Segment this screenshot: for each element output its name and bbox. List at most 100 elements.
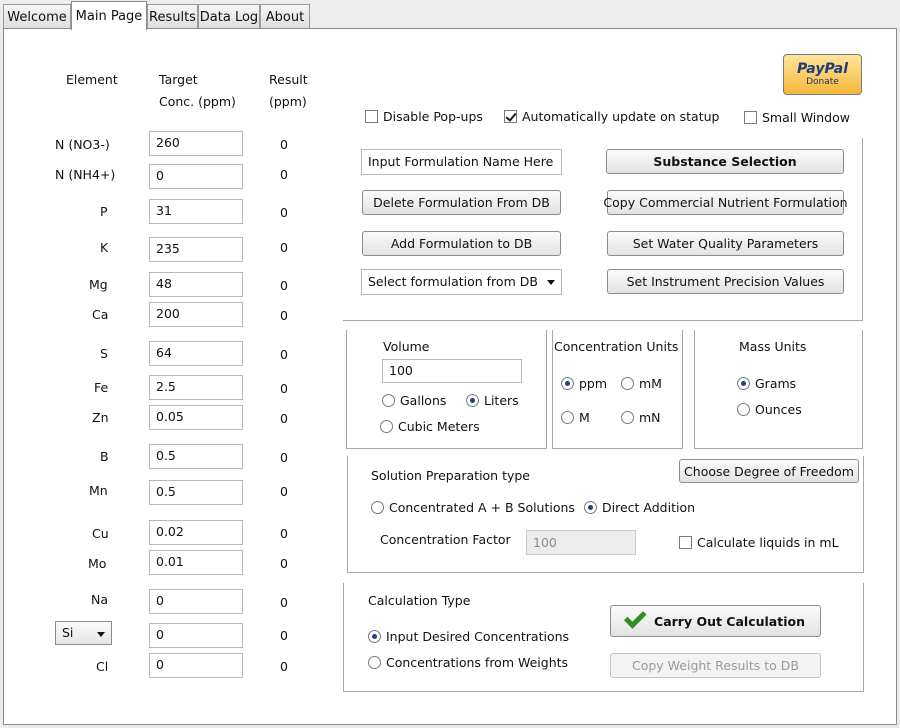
element-label: Na	[91, 592, 109, 607]
cubic-meters-radio[interactable]: Cubic Meters	[380, 419, 480, 434]
carry-out-calculation-button[interactable]: Carry Out Calculation	[610, 605, 821, 637]
target-input[interactable]: 0.01	[149, 550, 243, 575]
small-window-checkbox[interactable]: Small Window	[744, 110, 850, 125]
solution-prep-title: Solution Preparation type	[371, 468, 531, 483]
mass-units-title: Mass Units	[739, 339, 807, 354]
target-input[interactable]: 0	[149, 653, 243, 678]
calculation-group-bottom-border	[343, 691, 863, 692]
conc-units-group-bottom-border	[552, 448, 682, 449]
radio-label: Concentrations from Weights	[386, 655, 569, 670]
copy-commercial-formulation-button[interactable]: Copy Commercial Nutrient Formulation	[603, 190, 848, 215]
radio-dot	[737, 403, 750, 416]
checkbox-label: Small Window	[762, 110, 850, 125]
liters-radio[interactable]: Liters	[466, 393, 519, 408]
result-value: 0	[280, 556, 288, 571]
volume-group-right-border	[546, 330, 547, 449]
target-input[interactable]: 260	[149, 131, 243, 156]
tab-welcome[interactable]: Welcome	[3, 4, 71, 29]
target-input[interactable]: 0.05	[149, 405, 243, 430]
tab-results[interactable]: Results	[147, 4, 198, 29]
target-input[interactable]: 48	[149, 272, 243, 297]
element-label: S	[100, 346, 108, 361]
radio-label: Ounces	[755, 402, 802, 417]
calculate-liquids-checkbox[interactable]: Calculate liquids in mL	[679, 535, 839, 550]
ounces-radio[interactable]: Ounces	[737, 402, 802, 417]
paypal-logo: PayPal	[796, 60, 849, 77]
target-input[interactable]: 200	[149, 302, 243, 327]
target-input[interactable]: 0.02	[149, 520, 243, 545]
target-input[interactable]: 0	[149, 589, 243, 614]
element-label: B	[100, 449, 109, 464]
element-label: Ca	[92, 307, 109, 322]
result-value: 0	[280, 484, 288, 499]
result-value: 0	[280, 381, 288, 396]
checkbox-box	[679, 536, 692, 549]
result-value: 0	[280, 137, 288, 152]
target-input[interactable]: 2.5	[149, 375, 243, 400]
mM-radio[interactable]: mM	[621, 376, 662, 391]
target-input[interactable]: 0.5	[149, 480, 243, 505]
concentrated-ab-radio[interactable]: Concentrated A + B Solutions	[371, 500, 575, 515]
instrument-precision-button[interactable]: Set Instrument Precision Values	[607, 269, 844, 294]
radio-dot-selected	[584, 501, 597, 514]
radio-label: Input Desired Concentrations	[386, 629, 570, 644]
target-input[interactable]: 235	[149, 237, 243, 262]
result-value: 0	[280, 450, 288, 465]
target-input[interactable]: 31	[149, 199, 243, 224]
radio-label: M	[579, 410, 590, 425]
tab-bar: Welcome Main Page Results Data Log About	[0, 0, 900, 30]
copy-weight-results-button[interactable]: Copy Weight Results to DB	[610, 653, 821, 678]
formulation-select[interactable]: Select formulation from DB	[361, 269, 562, 295]
mass-units-group-right-border	[862, 330, 863, 449]
M-radio[interactable]: M	[561, 410, 590, 425]
target-column-header-unit: Conc. (ppm)	[159, 94, 236, 109]
mass-units-group-bottom-border	[694, 448, 862, 449]
tab-data-log[interactable]: Data Log	[198, 4, 260, 29]
carry-out-calculation-label: Carry Out Calculation	[654, 613, 805, 629]
radio-label: ppm	[579, 376, 608, 391]
target-input[interactable]: 0	[149, 164, 243, 189]
target-input[interactable]: 0	[149, 623, 243, 648]
solution-group-right-border	[863, 456, 864, 573]
formulation-group-right-border	[862, 138, 863, 321]
volume-input[interactable]: 100	[382, 359, 522, 383]
grams-radio[interactable]: Grams	[737, 376, 796, 391]
concentration-factor-label: Concentration Factor	[380, 532, 511, 547]
ppm-radio[interactable]: ppm	[561, 376, 607, 391]
calculation-type-title: Calculation Type	[368, 593, 471, 608]
calculation-group-right-border	[863, 583, 864, 692]
choose-degree-of-freedom-button[interactable]: Choose Degree of Freedom	[679, 459, 859, 483]
target-input[interactable]: 0.5	[149, 444, 243, 469]
water-quality-button[interactable]: Set Water Quality Parameters	[607, 231, 844, 256]
substance-selection-button[interactable]: Substance Selection	[606, 149, 844, 174]
element-label: Mn	[89, 483, 108, 498]
formulation-name-input[interactable]: Input Formulation Name Here	[361, 149, 562, 175]
result-value: 0	[280, 240, 288, 255]
input-desired-concentrations-radio[interactable]: Input Desired Concentrations	[368, 629, 569, 644]
result-value: 0	[280, 205, 288, 220]
element-select-si[interactable]: Si	[55, 621, 112, 645]
element-label: N (NH4+)	[55, 167, 116, 182]
target-input[interactable]: 64	[149, 341, 243, 366]
target-column-header: Target	[159, 72, 198, 87]
paypal-donate-button[interactable]: PayPal Donate	[783, 54, 862, 95]
concentration-factor-input[interactable]: 100	[526, 530, 636, 555]
add-formulation-button[interactable]: Add Formulation to DB	[362, 231, 561, 256]
mN-radio[interactable]: mN	[621, 410, 661, 425]
radio-dot	[382, 394, 395, 407]
checkbox-box	[365, 110, 378, 123]
checkmark-icon	[623, 606, 647, 629]
tab-about[interactable]: About	[260, 4, 310, 29]
radio-dot	[371, 501, 384, 514]
disable-popups-checkbox[interactable]: Disable Pop-ups	[365, 109, 483, 124]
delete-formulation-button[interactable]: Delete Formulation From DB	[362, 190, 561, 215]
direct-addition-radio[interactable]: Direct Addition	[584, 500, 695, 515]
conc-units-title: Concentration Units	[554, 339, 679, 354]
tab-main-page[interactable]: Main Page	[71, 1, 147, 30]
result-value: 0	[280, 167, 288, 182]
auto-update-checkbox[interactable]: Automatically update on statup	[504, 109, 719, 124]
element-label: N (NO3-)	[55, 137, 110, 152]
concentrations-from-weights-radio[interactable]: Concentrations from Weights	[368, 655, 568, 670]
gallons-radio[interactable]: Gallons	[382, 393, 446, 408]
result-value: 0	[280, 347, 288, 362]
